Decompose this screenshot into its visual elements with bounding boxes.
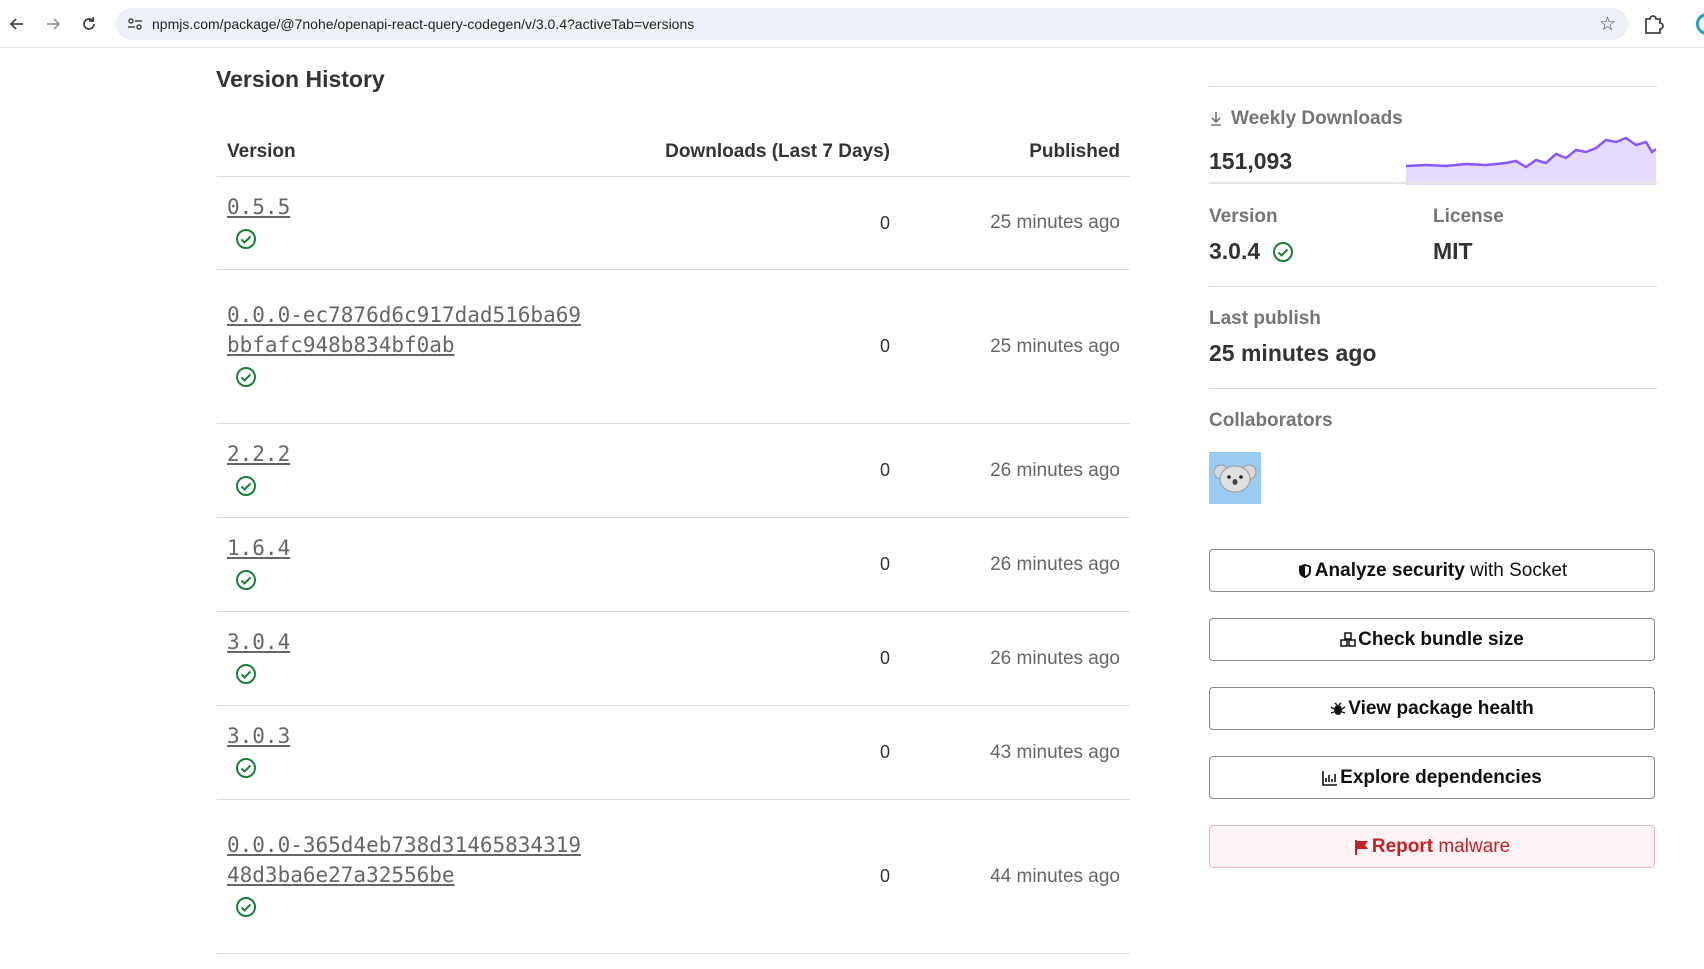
report-malware-label: Report	[1371, 835, 1434, 857]
explore-dependencies-label: Explore dependencies	[1340, 766, 1542, 788]
boxes-icon	[1340, 631, 1356, 647]
site-settings-icon[interactable]	[126, 15, 144, 33]
divider	[1209, 86, 1657, 87]
table-row: 1.6.4 0 26 minutes ago	[217, 517, 1130, 612]
downloads-cell: 0	[610, 423, 900, 518]
version-label: Version	[1209, 206, 1278, 227]
published-cell: 44 minutes ago	[900, 799, 1130, 954]
explore-dependencies-button[interactable]: Explore dependencies	[1209, 756, 1655, 799]
back-button[interactable]	[4, 11, 30, 37]
published-cell: 26 minutes ago	[900, 611, 1130, 706]
url-text[interactable]: npmjs.com/package/@7nohe/openapi-react-q…	[152, 16, 694, 32]
shield-icon	[1298, 563, 1311, 578]
last-publish-label: Last publish	[1209, 308, 1321, 329]
analyze-security-label: Analyze security	[1314, 559, 1465, 581]
divider	[1209, 388, 1657, 389]
arrow-right-icon	[47, 18, 61, 30]
weekly-downloads-header: Weekly Downloads	[1209, 108, 1403, 130]
weekly-downloads-sparkline	[1406, 136, 1656, 185]
downloads-cell: 0	[610, 705, 900, 800]
check-circle-icon	[236, 897, 256, 917]
published-cell: 26 minutes ago	[900, 423, 1130, 518]
check-circle-icon	[236, 367, 256, 387]
check-circle-icon	[236, 664, 256, 684]
weekly-downloads-value: 151,093	[1209, 148, 1293, 174]
version-value: 3.0.4	[1209, 238, 1261, 264]
download-icon	[1211, 112, 1221, 126]
browser-toolbar: npmjs.com/package/@7nohe/openapi-react-q…	[0, 0, 1704, 48]
table-row: 0.5.5 0 25 minutes ago	[217, 176, 1130, 270]
sparkline-baseline	[1209, 182, 1657, 184]
table-header-row: Version Downloads (Last 7 Days) Publishe…	[217, 128, 1130, 177]
check-circle-icon	[236, 758, 256, 778]
puzzle-icon[interactable]	[1640, 11, 1666, 37]
divider	[1209, 286, 1657, 287]
report-malware-suffix: malware	[1433, 835, 1511, 857]
version-link[interactable]: 3.0.3	[227, 721, 587, 751]
arrow-left-icon	[9, 18, 23, 30]
reload-icon	[83, 17, 95, 30]
reload-button[interactable]	[76, 11, 102, 37]
column-header-downloads: Downloads (Last 7 Days)	[610, 128, 900, 177]
check-bundle-size-button[interactable]: Check bundle size	[1209, 618, 1655, 661]
profile-avatar[interactable]	[1696, 13, 1704, 35]
view-package-health-button[interactable]: View package health	[1209, 687, 1655, 730]
license-value: MIT	[1433, 238, 1473, 264]
table-row: 2.2.2 0 26 minutes ago	[217, 423, 1130, 518]
table-row: 3.0.4 0 26 minutes ago	[217, 611, 1130, 706]
published-cell: 26 minutes ago	[900, 517, 1130, 612]
table-row: 0.0.0-365d4eb738d3146583431948d3ba6e27a3…	[217, 799, 1130, 954]
published-cell: 43 minutes ago	[900, 705, 1130, 800]
version-value-wrap: 3.0.4	[1209, 238, 1294, 265]
bug-icon	[1330, 702, 1346, 715]
downloads-cell: 0	[610, 517, 900, 612]
downloads-cell: 0	[610, 611, 900, 706]
column-header-version: Version	[217, 128, 610, 177]
check-circle-icon	[1273, 241, 1294, 262]
analyze-security-suffix: with Socket	[1464, 559, 1568, 581]
forward-button[interactable]	[40, 11, 66, 37]
koala-icon	[1213, 464, 1257, 493]
table-row: 0.0.0-ec7876d6c917dad516ba69bbfafc948b83…	[217, 269, 1130, 424]
star-icon[interactable]: ☆	[1599, 13, 1616, 36]
weekly-downloads-label: Weekly Downloads	[1231, 108, 1403, 129]
table-row: 3.0.3 0 43 minutes ago	[217, 705, 1130, 800]
version-link[interactable]: 0.0.0-365d4eb738d3146583431948d3ba6e27a3…	[227, 830, 587, 890]
check-circle-icon	[236, 570, 256, 590]
version-link[interactable]: 1.6.4	[227, 533, 587, 563]
page-title: Version History	[216, 66, 385, 92]
check-bundle-size-label: Check bundle size	[1358, 628, 1524, 650]
last-publish-value: 25 minutes ago	[1209, 340, 1377, 366]
version-history-table: Version Downloads (Last 7 Days) Publishe…	[217, 128, 1130, 954]
column-header-published: Published	[900, 128, 1130, 177]
version-link[interactable]: 3.0.4	[227, 627, 587, 657]
address-bar[interactable]: npmjs.com/package/@7nohe/openapi-react-q…	[116, 8, 1628, 40]
view-package-health-label: View package health	[1348, 697, 1534, 719]
license-label: License	[1433, 206, 1504, 227]
downloads-cell: 0	[610, 799, 900, 954]
downloads-cell: 0	[610, 176, 900, 270]
version-link[interactable]: 0.5.5	[227, 192, 587, 222]
published-cell: 25 minutes ago	[900, 176, 1130, 270]
published-cell: 25 minutes ago	[900, 269, 1130, 424]
check-circle-icon	[236, 228, 256, 249]
collaborator-avatar[interactable]	[1209, 452, 1261, 504]
version-link[interactable]: 0.0.0-ec7876d6c917dad516ba69bbfafc948b83…	[227, 300, 587, 360]
analyze-security-button[interactable]: Analyze security with Socket	[1209, 549, 1655, 592]
collaborators-label: Collaborators	[1209, 410, 1333, 431]
downloads-cell: 0	[610, 269, 900, 424]
report-malware-button[interactable]: Report malware	[1209, 825, 1655, 868]
chart-icon	[1322, 770, 1338, 786]
check-circle-icon	[236, 476, 256, 496]
flag-icon	[1354, 839, 1368, 855]
version-link[interactable]: 2.2.2	[227, 439, 587, 469]
